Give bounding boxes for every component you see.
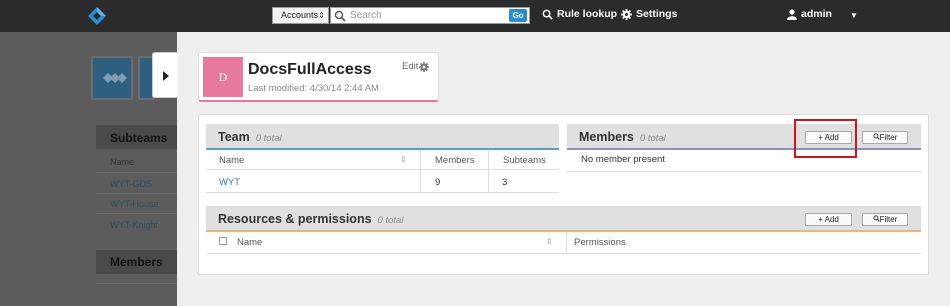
gear-icon: [621, 8, 632, 20]
resources-section-header: Resources & permissions 0 total + Add Fil…: [206, 206, 921, 232]
highlight-annotation: [794, 119, 857, 158]
divider: [96, 213, 178, 214]
column-header-name[interactable]: Name: [219, 155, 244, 166]
team-title-label: Team: [218, 130, 250, 144]
column-divider: [488, 150, 489, 192]
settings-link[interactable]: Settings: [621, 8, 677, 20]
edit-label: Edit: [402, 61, 419, 72]
divider: [567, 171, 921, 172]
members-count: 0 total: [639, 133, 666, 144]
members-empty-message: No member present: [581, 154, 665, 165]
background-members-title: Members: [110, 255, 163, 269]
edit-group-button[interactable]: Edit: [402, 61, 430, 72]
select-arrows-icon: ⇕: [318, 11, 325, 20]
resources-count: 0 total: [377, 215, 404, 226]
members-title: Members 0 total: [579, 130, 666, 144]
search-icon: [542, 9, 553, 20]
column-divider: [420, 150, 421, 192]
search-scope-value: Accounts: [281, 10, 319, 20]
app-logo-icon[interactable]: [88, 7, 106, 25]
team-section-header: Team 0 total: [206, 124, 559, 150]
background-subteams-title: Subteams: [110, 131, 168, 145]
search-scope-select[interactable]: Accounts ⇕: [272, 7, 329, 24]
search-input[interactable]: Search Go: [330, 7, 530, 24]
filter-members-button[interactable]: Filter: [862, 131, 908, 144]
caret-down-icon[interactable]: ▼: [850, 11, 858, 20]
group-name: DocsFullAccess: [248, 61, 372, 78]
background-subteam-item: WYT-House: [110, 199, 159, 209]
group-avatar: D: [203, 57, 243, 97]
team-table-header: Name ⇕ Members Subteams: [206, 150, 559, 192]
divider: [96, 283, 178, 284]
search-icon: [334, 10, 346, 22]
user-icon: [787, 8, 797, 20]
filter-label: Filter: [879, 215, 898, 224]
filter-resources-button[interactable]: Filter: [862, 213, 908, 226]
resources-table-header: Name ⇕ Permissions: [206, 232, 921, 254]
background-subteam-item: WYT-GDS: [110, 179, 152, 189]
search-go-button[interactable]: Go: [509, 9, 527, 22]
top-navigation-bar: Accounts ⇕ Search Go Rule lookup Setting…: [0, 0, 950, 32]
search-icon: [873, 215, 880, 222]
group-header-card: D DocsFullAccess Last modified: 4/30/14 …: [198, 52, 439, 102]
resources-title-label: Resources & permissions: [218, 212, 372, 226]
search-placeholder: Search: [350, 10, 382, 21]
divider: [206, 192, 559, 193]
members-section-header: Members 0 total + Add Filter: [567, 124, 921, 150]
last-modified-text: Last modified: 4/30/14 2:44 AM: [248, 83, 379, 94]
resources-title: Resources & permissions 0 total: [218, 212, 403, 226]
sort-icon[interactable]: ⇕: [400, 155, 407, 164]
column-header-subteams: Subteams: [503, 155, 546, 166]
collapse-panel-button[interactable]: [152, 52, 178, 98]
play-arrow-icon: [163, 71, 169, 81]
column-divider: [566, 232, 567, 254]
user-name: admin: [801, 8, 832, 20]
team-name-link[interactable]: WYT: [219, 177, 240, 188]
rule-lookup-link[interactable]: Rule lookup: [542, 8, 617, 20]
gear-icon: [419, 61, 430, 72]
column-header-name[interactable]: Name: [237, 237, 262, 248]
team-subteams-count: 3: [502, 177, 508, 188]
search-icon: [873, 133, 880, 140]
column-header-permissions: Permissions: [574, 237, 626, 248]
team-count: 0 total: [255, 133, 282, 144]
sort-icon[interactable]: ⇕: [546, 237, 553, 246]
rule-lookup-label: Rule lookup: [557, 8, 618, 20]
column-header-members: Members: [435, 155, 475, 166]
team-title: Team 0 total: [218, 130, 282, 144]
background-subteam-item: WYT-Knight: [110, 220, 159, 230]
team-diamonds-icon: [103, 73, 127, 83]
background-team-tile: [91, 56, 133, 100]
filter-label: Filter: [879, 133, 898, 142]
add-resource-button[interactable]: + Add: [805, 213, 852, 226]
team-members-count: 9: [435, 177, 441, 188]
members-title-label: Members: [579, 130, 634, 144]
divider: [96, 193, 178, 194]
user-menu[interactable]: admin: [787, 8, 832, 20]
background-subteams-column: Name: [110, 157, 135, 167]
select-all-checkbox[interactable]: [219, 237, 227, 245]
divider: [96, 172, 178, 173]
settings-label: Settings: [636, 8, 678, 20]
